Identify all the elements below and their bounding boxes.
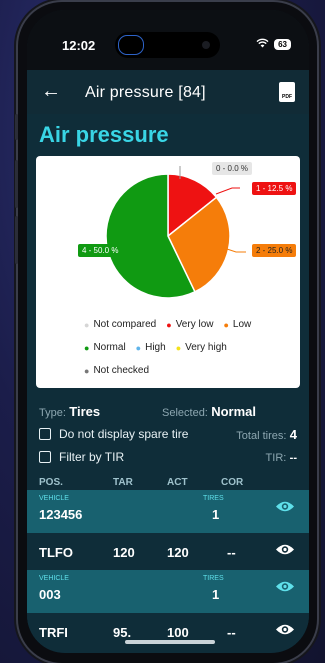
- selected-field: Selected: Normal: [162, 404, 256, 419]
- pie-data-label: 1 - 12.5 %: [252, 182, 297, 195]
- cell-act: 120: [167, 545, 189, 560]
- tires-count: 1: [212, 587, 220, 602]
- cell-pos: TRFI: [39, 625, 68, 640]
- spare-tire-checkbox[interactable]: [39, 428, 51, 440]
- pie-chart: [86, 166, 246, 299]
- leader-line: [215, 187, 240, 195]
- type-value: Tires: [69, 404, 101, 419]
- legend-low[interactable]: ● Low: [223, 319, 251, 330]
- cell-cor: --: [227, 625, 236, 640]
- main-content: Air pressure 0 - 0.0 % 1 - 12.5 % 2 - 25.0…: [27, 114, 309, 653]
- cell-tar: 120: [113, 545, 135, 560]
- pie-data-label: 2 - 25.0 %: [252, 244, 297, 257]
- pdf-export-icon[interactable]: PDF: [279, 82, 295, 102]
- header-tar: TAR: [113, 477, 133, 488]
- home-indicator[interactable]: [125, 640, 215, 644]
- spare-tire-label: Do not display spare tire: [59, 427, 189, 441]
- tir-field: TIR: --: [266, 450, 297, 464]
- back-arrow-icon[interactable]: ←: [41, 80, 61, 103]
- legend-high[interactable]: ● High: [136, 342, 166, 353]
- type-field: Type: Tires: [39, 404, 100, 419]
- header-cor: COR: [221, 477, 244, 488]
- tires-count: 1: [212, 507, 220, 522]
- legend-label: Very low: [175, 319, 214, 330]
- vehicle-number: 003: [39, 587, 61, 602]
- header-pos: POS.: [39, 477, 63, 488]
- legend-row-1: ● Not compared ● Very low ● Low: [84, 319, 251, 330]
- table-row[interactable]: TRFI 95. 100 --: [27, 613, 309, 650]
- cell-pos: TLFO: [39, 545, 73, 560]
- tir-label: TIR:: [265, 452, 287, 464]
- cell-tar: 95.: [113, 625, 132, 640]
- eye-icon[interactable]: [275, 623, 295, 636]
- type-label: Type:: [39, 407, 66, 419]
- filter-tir-label: Filter by TIR: [59, 450, 125, 464]
- status-time: 12:02: [62, 38, 96, 53]
- not-compared-icon: ●: [84, 319, 90, 330]
- eye-icon[interactable]: [275, 500, 295, 513]
- vehicle-number: 123456: [39, 507, 83, 522]
- very-high-icon: ●: [175, 342, 182, 353]
- battery-icon: 63: [274, 39, 291, 50]
- page-title: Air pressure: [39, 122, 169, 147]
- chart-card: 0 - 0.0 % 1 - 12.5 % 2 - 25.0 % 4 - 50.0 % …: [36, 156, 300, 388]
- filter-tir-checkbox-row[interactable]: Filter by TIR: [39, 450, 124, 464]
- vehicle-label: VEHICLE: [39, 575, 69, 582]
- dynamic-island: [115, 32, 220, 58]
- eye-icon[interactable]: [275, 580, 295, 593]
- table-row[interactable]: TLFO 120 120 --: [27, 533, 309, 570]
- total-tires: Total tires: 4: [236, 427, 297, 442]
- total-tires-label: Total tires:: [236, 430, 287, 442]
- legend-label: Very high: [185, 342, 227, 353]
- tires-label: TIRES: [203, 495, 224, 502]
- cell-cor: --: [227, 545, 236, 560]
- very-low-icon: ●: [166, 319, 172, 330]
- side-button: [15, 114, 18, 140]
- selected-value: Normal: [211, 404, 257, 419]
- table-header: POS. TAR ACT COR: [27, 474, 309, 490]
- normal-icon: ●: [84, 342, 90, 353]
- spare-tire-checkbox-row[interactable]: Do not display spare tire: [39, 427, 188, 441]
- low-icon: ●: [223, 319, 229, 330]
- wifi-icon: [256, 38, 269, 51]
- legend-not-checked[interactable]: ● Not checked: [84, 365, 149, 376]
- vehicle-row[interactable]: VEHICLE 003 TIRES 1: [27, 570, 309, 613]
- pie-data-label: 4 - 50.0 %: [78, 244, 123, 257]
- status-icons: 63: [256, 38, 291, 51]
- camera-dot: [202, 41, 210, 49]
- legend-label: Not checked: [93, 365, 150, 376]
- header-act: ACT: [167, 477, 188, 488]
- legend-label: Not compared: [93, 319, 157, 330]
- volume-down-button: [15, 216, 18, 264]
- volume-up-button: [15, 160, 18, 208]
- legend-normal[interactable]: ● Normal: [84, 342, 126, 353]
- vehicle-label: VEHICLE: [39, 495, 69, 502]
- island-activity-icon: [118, 35, 144, 55]
- selected-label: Selected:: [162, 407, 208, 419]
- cell-act: 100: [167, 625, 189, 640]
- pie-data-label: 0 - 0.0 %: [212, 162, 253, 175]
- tir-value: --: [289, 452, 297, 464]
- filter-tir-checkbox[interactable]: [39, 451, 51, 463]
- total-tires-value: 4: [289, 427, 297, 442]
- status-bar: 12:02 63: [27, 10, 309, 70]
- tires-label: TIRES: [203, 575, 224, 582]
- phone-screen: 12:02 63 ← Air pressure [84] PDF Air pre…: [27, 10, 309, 653]
- app-bar-title: Air pressure [84]: [85, 84, 206, 101]
- legend-label: High: [145, 342, 166, 353]
- legend-very-low[interactable]: ● Very low: [166, 319, 213, 330]
- app-bar: ← Air pressure [84] PDF: [27, 70, 309, 114]
- not-checked-icon: ●: [84, 365, 90, 376]
- legend-row-2: ● Normal ● High ● Very high: [84, 342, 227, 353]
- legend-label: Low: [232, 319, 252, 330]
- vehicle-row[interactable]: VEHICLE 123456 TIRES 1: [27, 490, 309, 533]
- legend-label: Normal: [93, 342, 126, 353]
- high-icon: ●: [135, 342, 142, 353]
- legend-very-high[interactable]: ● Very high: [176, 342, 227, 353]
- legend-row-3: ● Not checked: [84, 365, 149, 376]
- eye-icon[interactable]: [275, 543, 295, 556]
- legend-not-compared[interactable]: ● Not compared: [84, 319, 156, 330]
